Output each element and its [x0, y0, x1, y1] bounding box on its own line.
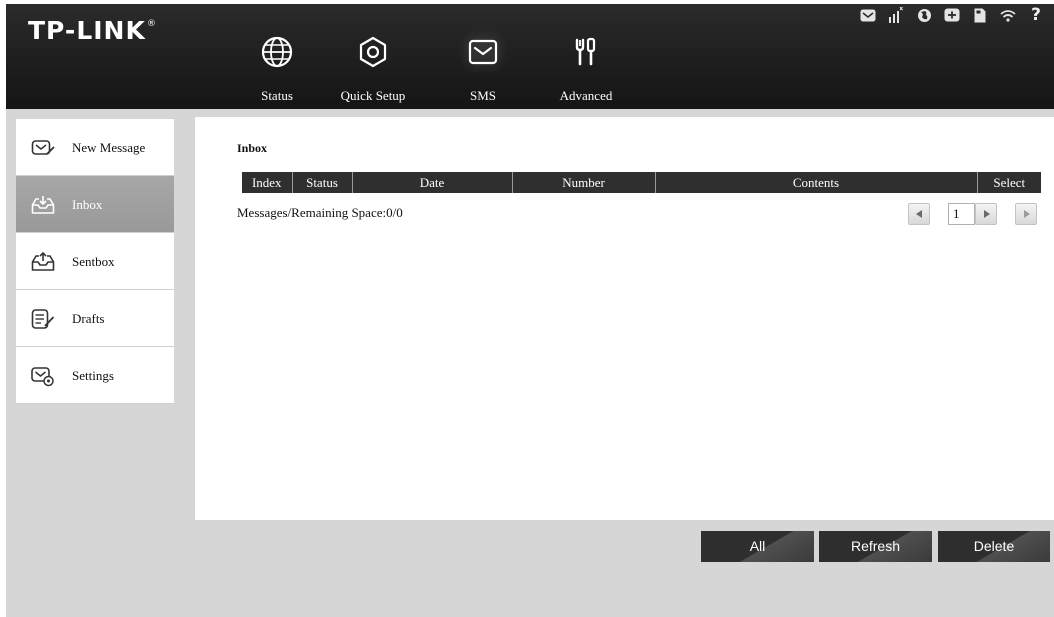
- refresh-label: Refresh: [850, 538, 901, 554]
- network-globe-icon: [912, 6, 936, 24]
- delete-label: Delete: [973, 538, 1015, 554]
- table-header-row: Index Status Date Number Contents Select: [242, 172, 1041, 193]
- sidebar-item-new-message[interactable]: New Message: [16, 119, 174, 176]
- column-header-contents: Contents: [655, 172, 978, 193]
- column-header-date: Date: [352, 172, 513, 193]
- sms-envelope-icon[interactable]: [856, 6, 880, 24]
- delete-button[interactable]: Delete: [938, 531, 1050, 562]
- pagination: [908, 203, 1043, 226]
- sidebar-item-label: Inbox: [72, 197, 103, 212]
- sidebar-item-sentbox[interactable]: Sentbox: [16, 233, 174, 290]
- envelope-icon: [468, 39, 498, 65]
- tools-icon: [575, 37, 596, 66]
- nav-advanced-label: Advanced: [559, 88, 613, 103]
- tp-link-logo: TP-LINK®: [28, 18, 157, 43]
- sidebar-item-label: Drafts: [72, 311, 105, 326]
- column-header-number: Number: [512, 172, 656, 193]
- setup-gear-icon: [359, 36, 387, 68]
- logo-text: TP-LINK: [28, 16, 146, 45]
- status-bar: ?: [852, 4, 1048, 26]
- chevron-left-icon: [916, 210, 922, 218]
- inbox-panel: Inbox Index Status Date Number Contents …: [195, 117, 1054, 520]
- page-title: Inbox: [237, 141, 268, 155]
- nav-sms[interactable]: SMS: [456, 4, 510, 109]
- sidebar-item-settings[interactable]: Settings: [16, 347, 174, 404]
- sim-card-icon: [968, 6, 992, 24]
- select-all-label: All: [749, 538, 766, 554]
- sidebar-item-label: New Message: [72, 140, 146, 155]
- select-all-button[interactable]: All: [701, 531, 814, 562]
- inbox-icon: [31, 196, 55, 214]
- sidebar-item-label: Settings: [72, 368, 114, 383]
- wifi-icon: [996, 6, 1020, 24]
- nav-status-label: Status: [261, 88, 293, 103]
- message-space-summary: Messages/Remaining Space:0/0: [237, 205, 403, 220]
- column-header-index: Index: [242, 172, 293, 193]
- sidebar-item-inbox[interactable]: Inbox: [16, 176, 174, 233]
- nav-status[interactable]: Status: [242, 4, 312, 109]
- prev-page-button[interactable]: [908, 203, 930, 225]
- chevron-right-icon: [1024, 210, 1030, 218]
- help-icon[interactable]: ?: [1024, 5, 1048, 25]
- sms-settings-icon: [31, 367, 54, 387]
- app-frame: TP-LINK® Status Quick Setup SMS Advanced…: [6, 4, 1054, 617]
- sentbox-icon: [31, 251, 55, 271]
- page-number-input[interactable]: [948, 203, 975, 225]
- last-page-button[interactable]: [1015, 203, 1037, 225]
- next-page-button[interactable]: [975, 203, 997, 225]
- new-message-icon: [31, 140, 55, 155]
- column-header-status: Status: [292, 172, 353, 193]
- signal-strength-icon: [884, 6, 908, 24]
- sms-sidebar: New Message Inbox Sentbox Drafts Setting…: [16, 119, 174, 404]
- sidebar-item-label: Sentbox: [72, 254, 115, 269]
- sidebar-item-drafts[interactable]: Drafts: [16, 290, 174, 347]
- refresh-button[interactable]: Refresh: [819, 531, 932, 562]
- nav-quick-setup[interactable]: Quick Setup: [328, 4, 418, 109]
- nav-advanced[interactable]: Advanced: [546, 4, 626, 109]
- nav-quick-setup-label: Quick Setup: [340, 88, 406, 103]
- registered-mark: ®: [146, 19, 157, 29]
- drafts-icon: [31, 309, 55, 329]
- globe-icon: [261, 36, 293, 68]
- connection-icon: [940, 6, 964, 24]
- inbox-table: Index Status Date Number Contents Select: [242, 172, 1041, 193]
- top-header: TP-LINK® Status Quick Setup SMS Advanced…: [6, 4, 1054, 109]
- nav-sms-label: SMS: [469, 88, 497, 103]
- chevron-right-icon: [984, 210, 990, 218]
- column-header-select: Select: [977, 172, 1041, 193]
